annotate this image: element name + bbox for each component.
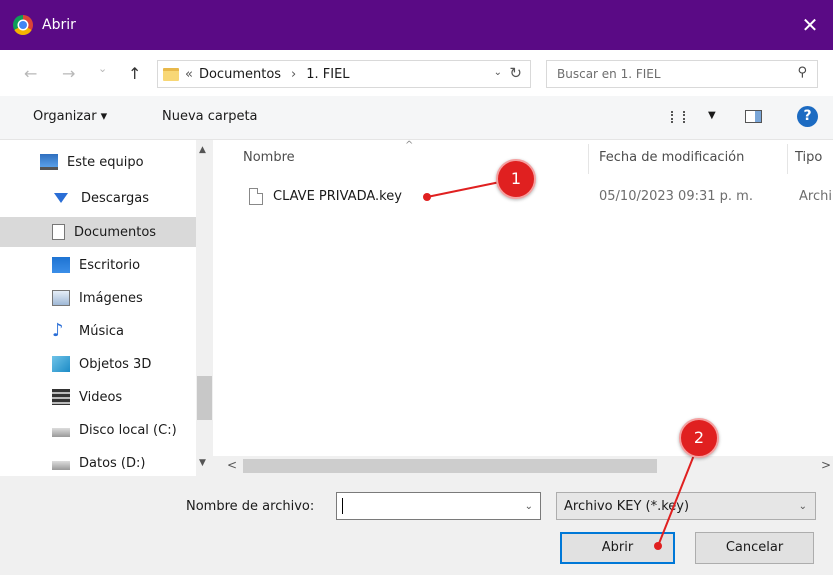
chevron-down-icon[interactable]: ⌄ [525, 501, 533, 512]
breadcrumb-documentos[interactable]: Documentos [199, 67, 281, 82]
file-name[interactable]: CLAVE PRIVADA.key [273, 189, 402, 204]
folder-icon [163, 67, 179, 81]
forward-button[interactable]: → [62, 64, 75, 83]
chrome-icon [13, 15, 33, 35]
recent-locations-button[interactable]: ⌄ [98, 62, 107, 75]
search-placeholder: Buscar en 1. FIEL [557, 67, 661, 81]
preview-pane-icon[interactable] [745, 110, 762, 123]
view-options-icon[interactable] [671, 111, 685, 123]
close-button[interactable]: ✕ [787, 0, 833, 50]
filename-input[interactable]: ⌄ [336, 492, 541, 520]
file-type-filter[interactable]: Archivo KEY (*.key) ⌄ [556, 492, 816, 520]
search-icon[interactable]: ⚲ [797, 65, 807, 80]
file-type: Archi [799, 189, 832, 204]
nav-scrollbar[interactable]: ▲ ▼ [196, 140, 213, 476]
up-button[interactable]: ↑ [128, 64, 141, 83]
sidebar-item[interactable]: Objetos 3D [0, 349, 196, 379]
address-bar: ← → ⌄ ↑ « Documentos › 1. FIEL ⌄ ↻ Busca… [0, 50, 833, 96]
dialog-footer: Nombre de archivo: ⌄ Archivo KEY (*.key)… [0, 476, 833, 575]
file-icon [249, 188, 263, 205]
sidebar-item-label: Este equipo [67, 154, 144, 170]
scroll-up-icon[interactable]: ▲ [199, 145, 206, 155]
download-icon [54, 193, 68, 203]
chevron-down-icon[interactable]: ▼ [708, 110, 716, 121]
sidebar-item[interactable]: Datos (D:) [0, 448, 196, 478]
breadcrumb[interactable]: « Documentos › 1. FIEL ⌄ ↻ [157, 60, 531, 88]
column-divider[interactable] [787, 144, 788, 174]
3d-objects-icon [52, 356, 70, 372]
navigation-pane: Este equipo Descargas Documentos Escritorio… [0, 140, 196, 476]
sidebar-item-label: Videos [79, 389, 123, 405]
file-modified: 05/10/2023 09:31 p. m. [599, 189, 753, 204]
sidebar-item-label: Escritorio [79, 257, 141, 273]
scroll-down-icon[interactable]: ▼ [199, 458, 206, 468]
sidebar-item[interactable]: Descargas [0, 183, 196, 213]
desktop-icon [52, 257, 70, 273]
breadcrumb-overflow[interactable]: « [185, 67, 193, 82]
table-row[interactable]: CLAVE PRIVADA.key 05/10/2023 09:31 p. m.… [243, 184, 833, 210]
column-header-type[interactable]: Tipo [795, 150, 822, 165]
sidebar-item-label: Disco local (C:) [79, 422, 177, 438]
help-icon[interactable]: ? [797, 106, 818, 127]
annotation-callout-1: 1 [496, 159, 536, 199]
column-header-modified[interactable]: Fecha de modificación [599, 150, 744, 165]
chevron-down-icon[interactable]: ⌄ [494, 67, 502, 78]
pictures-icon [52, 290, 70, 306]
open-button[interactable]: Abrir [560, 532, 675, 564]
sidebar-item[interactable]: Documentos [0, 217, 196, 247]
title-bar: Abrir ✕ [0, 0, 833, 50]
sidebar-item-label: Imágenes [79, 290, 143, 306]
sidebar-item-label: Objetos 3D [79, 356, 152, 372]
window-title: Abrir [42, 17, 76, 33]
sidebar-item-label: Música [79, 323, 124, 339]
scroll-left-icon[interactable]: < [227, 458, 237, 472]
refresh-icon[interactable]: ↻ [509, 64, 522, 82]
sidebar-item[interactable]: Este equipo [0, 147, 196, 177]
horizontal-scrollbar[interactable]: < > [213, 456, 833, 476]
scroll-thumb[interactable] [197, 376, 212, 420]
sidebar-item[interactable]: ♪ Música [0, 316, 196, 346]
sort-ascending-icon: ^ [405, 140, 414, 151]
annotation-callout-2: 2 [679, 418, 719, 458]
search-input[interactable]: Buscar en 1. FIEL ⚲ [546, 60, 818, 88]
column-divider[interactable] [588, 144, 589, 174]
pc-icon [40, 154, 58, 170]
chevron-right-icon[interactable]: › [291, 67, 296, 82]
videos-icon [52, 389, 70, 405]
scroll-thumb[interactable] [243, 459, 657, 473]
column-header-name[interactable]: Nombre [243, 150, 295, 165]
sidebar-item-label: Descargas [81, 190, 150, 206]
drive-icon [52, 427, 70, 437]
drive-icon [52, 460, 70, 470]
sidebar-item[interactable]: Escritorio [0, 250, 196, 280]
command-bar: Organizar ▾ Nueva carpeta ▼ ? [0, 96, 833, 140]
back-button[interactable]: ← [24, 64, 37, 83]
chevron-down-icon[interactable]: ⌄ [799, 501, 807, 512]
scroll-right-icon[interactable]: > [821, 458, 831, 472]
organize-button[interactable]: Organizar ▾ [33, 109, 107, 124]
music-icon: ♪ [52, 320, 64, 341]
cancel-button[interactable]: Cancelar [695, 532, 814, 564]
filename-label: Nombre de archivo: [186, 499, 315, 514]
file-type-filter-value: Archivo KEY (*.key) [564, 499, 690, 514]
sidebar-item-label: Documentos [74, 224, 157, 240]
text-caret [342, 498, 343, 514]
sidebar-item[interactable]: Imágenes [0, 283, 196, 313]
new-folder-button[interactable]: Nueva carpeta [162, 109, 258, 124]
breadcrumb-fiel[interactable]: 1. FIEL [306, 67, 349, 82]
documents-icon [52, 224, 65, 240]
sidebar-item[interactable]: Disco local (C:) [0, 415, 196, 445]
sidebar-item-label: Datos (D:) [79, 455, 146, 471]
sidebar-item[interactable]: Videos [0, 382, 196, 412]
